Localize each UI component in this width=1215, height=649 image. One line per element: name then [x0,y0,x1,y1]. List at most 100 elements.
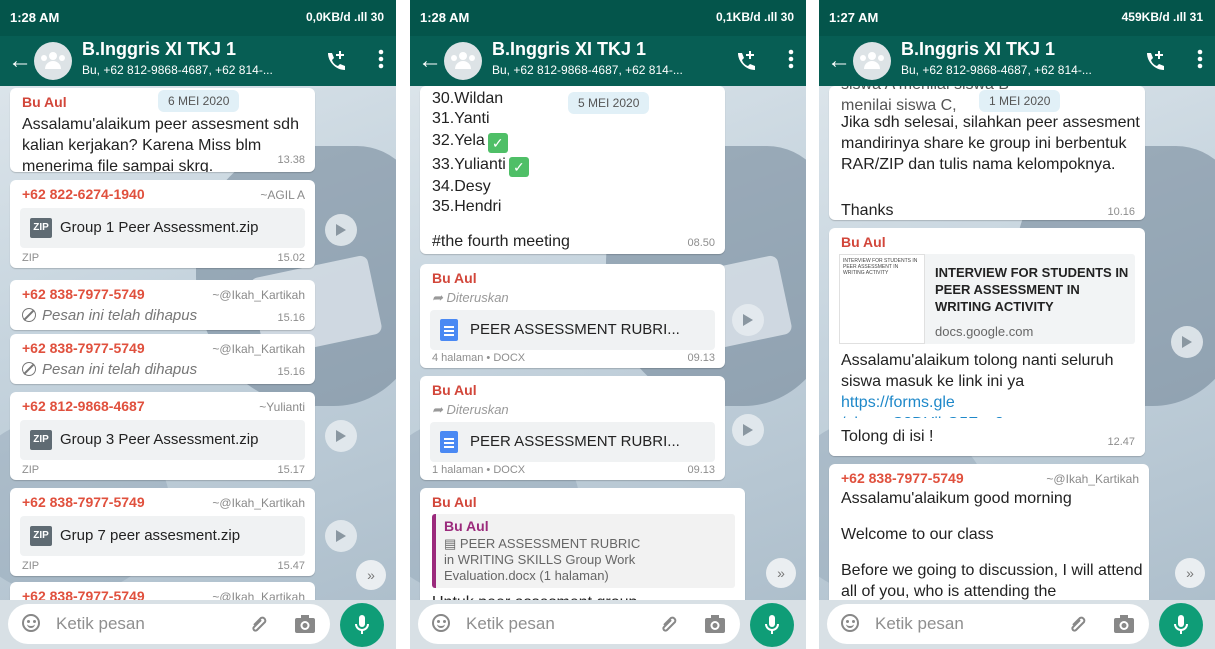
message-bubble[interactable]: +62 838-7977-5749 ~@Ikah_Kartikah [10,582,315,600]
add-call-icon[interactable] [734,50,756,77]
camera-icon[interactable] [1113,614,1135,639]
sender-alias: ~AGIL A [260,188,305,202]
forwarded-label: ➦ Diteruskan [432,290,509,305]
group-title[interactable]: B.Inggris XI TKJ 1 [492,39,646,60]
group-avatar-icon[interactable] [444,42,482,80]
message-bubble-tail[interactable]: Tolong di isi ! 12.47 [829,418,1145,456]
message-bubble[interactable]: +62 812-9868-4687 ~Yulianti ZIP Group 3 … [10,392,315,480]
status-indicators: 0,1KB/d .ıll 30 [715,10,794,24]
emoji-icon[interactable] [432,614,450,632]
more-menu-icon[interactable] [1197,48,1203,75]
emoji-icon[interactable] [841,614,859,632]
message-time: 09.13 [687,464,715,476]
forward-icon[interactable] [1171,326,1203,358]
chat-area[interactable]: siswa A menilai siswa B menilai siswa C,… [819,86,1215,600]
message-time: 15.17 [277,464,305,476]
camera-icon[interactable] [704,614,726,639]
forward-icon[interactable] [732,414,764,446]
sender-name: +62 838-7977-5749 [22,340,145,356]
attach-icon[interactable] [1067,613,1089,640]
status-time: 1:28 AM [10,10,60,25]
attach-icon[interactable] [658,613,680,640]
sender-name: +62 822-6274-1940 [22,186,145,202]
back-arrow-icon[interactable]: ← [8,46,32,76]
group-subtitle[interactable]: Bu, +62 812-9868-4687, +62 814-... [82,63,307,77]
mic-icon[interactable] [340,603,384,647]
check-mark-icon: ✓ [487,133,508,153]
list-line: 32.Yela ✓ [432,130,508,153]
group-avatar-icon[interactable] [34,42,72,80]
zip-file-icon: ZIP [30,430,52,450]
message-input[interactable]: Ketik pesan [418,604,740,644]
chat-area[interactable]: 30.Wildan 31.Yanti 32.Yela ✓ 33.Yulianti ✓… [410,86,806,600]
forward-icon[interactable] [732,304,764,336]
add-call-icon[interactable] [1143,50,1165,77]
thanks-text: Thanks [841,202,894,219]
deleted-icon [22,362,36,376]
quote-sender: Bu Aul [444,518,489,534]
deleted-message: Pesan ini telah dihapus [22,307,197,324]
message-bubble[interactable]: +62 838-7977-5749 ~@Ikah_Kartikah ZIP Gr… [10,488,315,576]
chat-header: ← B.Inggris XI TKJ 1 Bu, +62 812-9868-46… [410,36,806,86]
group-subtitle[interactable]: Bu, +62 812-9868-4687, +62 814-... [901,63,1126,77]
status-time: 1:27 AM [829,10,879,25]
file-attachment[interactable]: ZIP Group 3 Peer Assessment.zip [20,420,305,460]
file-name: PEER ASSESSMENT RUBRI... [470,433,680,450]
add-call-icon[interactable] [324,50,346,77]
scroll-down-icon[interactable]: » [766,558,796,588]
more-menu-icon[interactable] [788,48,794,75]
forward-icon[interactable] [325,214,357,246]
form-link[interactable]: https://forms.gle [841,392,955,413]
forward-icon[interactable] [325,420,357,452]
message-text: Tolong di isi ! [841,428,934,445]
message-bubble[interactable]: Bu Aul Bu Aul ▤ PEER ASSESSMENT RUBRIC i… [420,488,745,600]
forwarded-text: Diteruskan [446,290,509,305]
quoted-message[interactable]: Bu Aul ▤ PEER ASSESSMENT RUBRIC in WRITI… [432,514,735,588]
camera-icon[interactable] [294,614,316,639]
file-attachment[interactable]: ZIP Grup 7 peer assesment.zip [20,516,305,556]
message-input[interactable]: Ketik pesan [827,604,1149,644]
file-info: 4 halaman • DOCX [432,352,526,364]
link-preview[interactable]: INTERVIEW FOR STUDENTS IN PEER ASSESSMEN… [839,254,1135,344]
thumbnail-text: INTERVIEW FOR STUDENTS IN PEER ASSESSMEN… [843,258,918,276]
message-bubble[interactable]: +62 822-6274-1940 ~AGIL A ZIP Group 1 Pe… [10,180,315,268]
status-bar: 1:28 AM 0,0KB/d .ıll 30 [0,0,396,36]
mic-icon[interactable] [750,603,794,647]
file-info: 1 halaman • DOCX [432,464,526,476]
doc-file-icon [440,431,458,453]
mic-icon[interactable] [1159,603,1203,647]
sender-alias: ~@Ikah_Kartikah [212,288,305,302]
message-bubble[interactable]: Bu Aul ➦ Diteruskan PEER ASSESSMENT RUBR… [420,376,725,480]
chat-header: ← B.Inggris XI TKJ 1 Bu, +62 812-9868-46… [819,36,1215,86]
attach-icon[interactable] [248,613,270,640]
doc-file-icon [440,319,458,341]
list-line-text: 32.Yela [432,132,485,149]
phone-screen-2: 1:28 AM 0,1KB/d .ıll 30 ← B.Inggris XI T… [410,0,806,649]
group-subtitle[interactable]: Bu, +62 812-9868-4687, +62 814-... [492,63,717,77]
group-title[interactable]: B.Inggris XI TKJ 1 [82,39,236,60]
more-menu-icon[interactable] [378,48,384,75]
file-attachment[interactable]: PEER ASSESSMENT RUBRI... [430,310,715,350]
forward-icon[interactable] [325,520,357,552]
file-type: ZIP [22,252,40,264]
message-bubble[interactable]: +62 838-7977-5749 ~@Ikah_Kartikah Pesan … [10,334,315,384]
back-arrow-icon[interactable]: ← [827,46,851,76]
message-time: 15.02 [277,252,305,264]
file-attachment[interactable]: ZIP Group 1 Peer Assessment.zip [20,208,305,248]
deleted-text: Pesan ini telah dihapus [42,361,198,378]
message-bubble[interactable]: +62 838-7977-5749 ~@Ikah_Kartikah Assala… [829,464,1149,600]
back-arrow-icon[interactable]: ← [418,46,442,76]
list-line: 34.Desy [432,178,491,195]
message-input[interactable]: Ketik pesan [8,604,330,644]
group-title[interactable]: B.Inggris XI TKJ 1 [901,39,1055,60]
emoji-icon[interactable] [22,614,40,632]
message-bubble[interactable]: +62 838-7977-5749 ~@Ikah_Kartikah Pesan … [10,280,315,330]
message-text: Jika sdh selesai, silahkan peer assesmen… [841,114,1140,173]
forwarded-text: Diteruskan [446,402,509,417]
scroll-down-icon[interactable]: » [1175,558,1205,588]
chat-area[interactable]: Bu Aul Assalamu'alaikum peer assesment s… [0,86,396,600]
file-attachment[interactable]: PEER ASSESSMENT RUBRI... [430,422,715,462]
group-avatar-icon[interactable] [853,42,891,80]
message-bubble[interactable]: Bu Aul ➦ Diteruskan PEER ASSESSMENT RUBR… [420,264,725,368]
scroll-down-icon[interactable]: » [356,560,386,590]
